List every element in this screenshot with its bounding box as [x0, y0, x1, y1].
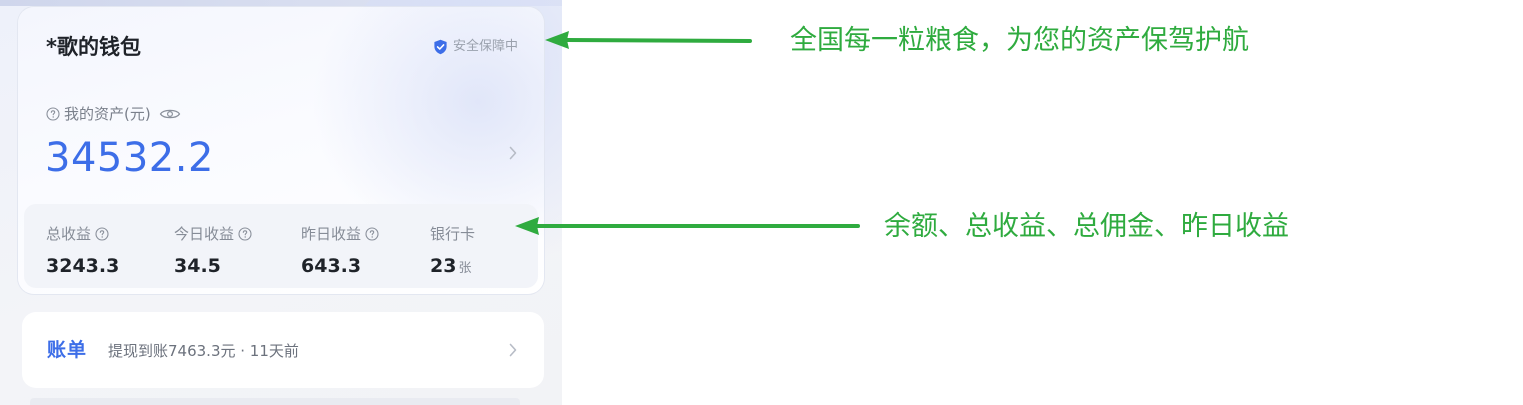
- wallet-screen: *歌的钱包 安全保障中 我的资产(元) 34532.2 总收益 3243.3 今…: [0, 0, 562, 405]
- stat-label: 总收益: [46, 225, 92, 243]
- chevron-right-icon[interactable]: [508, 342, 518, 358]
- stat-label-row: 总收益: [46, 224, 119, 244]
- stat-label: 银行卡: [430, 225, 476, 243]
- assets-value: 34532.2: [45, 135, 214, 181]
- assets-label-row: 我的资产(元): [46, 104, 181, 124]
- security-badge[interactable]: 安全保障中: [433, 39, 518, 55]
- stat-yesterday-earnings[interactable]: 昨日收益 643.3: [301, 224, 379, 278]
- shield-check-icon: [434, 39, 447, 55]
- stat-label: 昨日收益: [301, 225, 362, 243]
- stat-value: 643.3: [301, 255, 362, 277]
- stat-label-row: 今日收益: [174, 224, 252, 244]
- eye-icon[interactable]: [159, 107, 181, 121]
- stat-value: 3243.3: [46, 255, 120, 277]
- wallet-title: *歌的钱包: [46, 35, 141, 59]
- annotation-security-note: 全国每一粒粮食，为您的资产保驾护航: [790, 25, 1249, 56]
- stat-label: 今日收益: [174, 225, 235, 243]
- stat-value: 23: [430, 255, 457, 277]
- stat-label-row: 银行卡: [430, 224, 475, 244]
- arrow-left-icon: [515, 217, 860, 235]
- bill-tag: 账单: [47, 339, 88, 361]
- stat-value: 34.5: [174, 255, 221, 277]
- chevron-right-icon[interactable]: [508, 145, 518, 161]
- stat-today-earnings[interactable]: 今日收益 34.5: [174, 224, 252, 278]
- card-header: *歌的钱包 安全保障中: [46, 33, 518, 63]
- stats-panel: 总收益 3243.3 今日收益 34.5 昨日收益 643.3 银行卡 23 张: [24, 204, 538, 288]
- stat-value-row: 3243.3: [46, 254, 119, 278]
- question-circle-icon[interactable]: [365, 227, 379, 241]
- annotation-stats-note: 余额、总收益、总佣金、昨日收益: [884, 211, 1289, 242]
- security-label: 安全保障中: [452, 39, 518, 54]
- question-circle-icon[interactable]: [95, 227, 109, 241]
- stat-bank-cards[interactable]: 银行卡 23 张: [430, 224, 475, 281]
- stat-value-row: 23 张: [430, 254, 475, 281]
- question-circle-icon[interactable]: [238, 227, 252, 241]
- stat-value-row: 34.5: [174, 254, 252, 278]
- next-card-edge: [30, 398, 520, 405]
- bill-summary: 提现到账7463.3元 · 11天前: [108, 342, 299, 360]
- stat-value-row: 643.3: [301, 254, 379, 278]
- arrow-left-icon: [545, 31, 752, 49]
- stat-label-row: 昨日收益: [301, 224, 379, 244]
- stat-unit: 张: [458, 261, 472, 276]
- wallet-card[interactable]: *歌的钱包 安全保障中 我的资产(元) 34532.2 总收益 3243.3 今…: [18, 7, 544, 294]
- stat-total-earnings[interactable]: 总收益 3243.3: [46, 224, 119, 278]
- assets-label: 我的资产(元): [64, 105, 151, 123]
- bill-row[interactable]: 账单 提现到账7463.3元 · 11天前: [22, 312, 544, 388]
- question-circle-icon[interactable]: [46, 107, 60, 121]
